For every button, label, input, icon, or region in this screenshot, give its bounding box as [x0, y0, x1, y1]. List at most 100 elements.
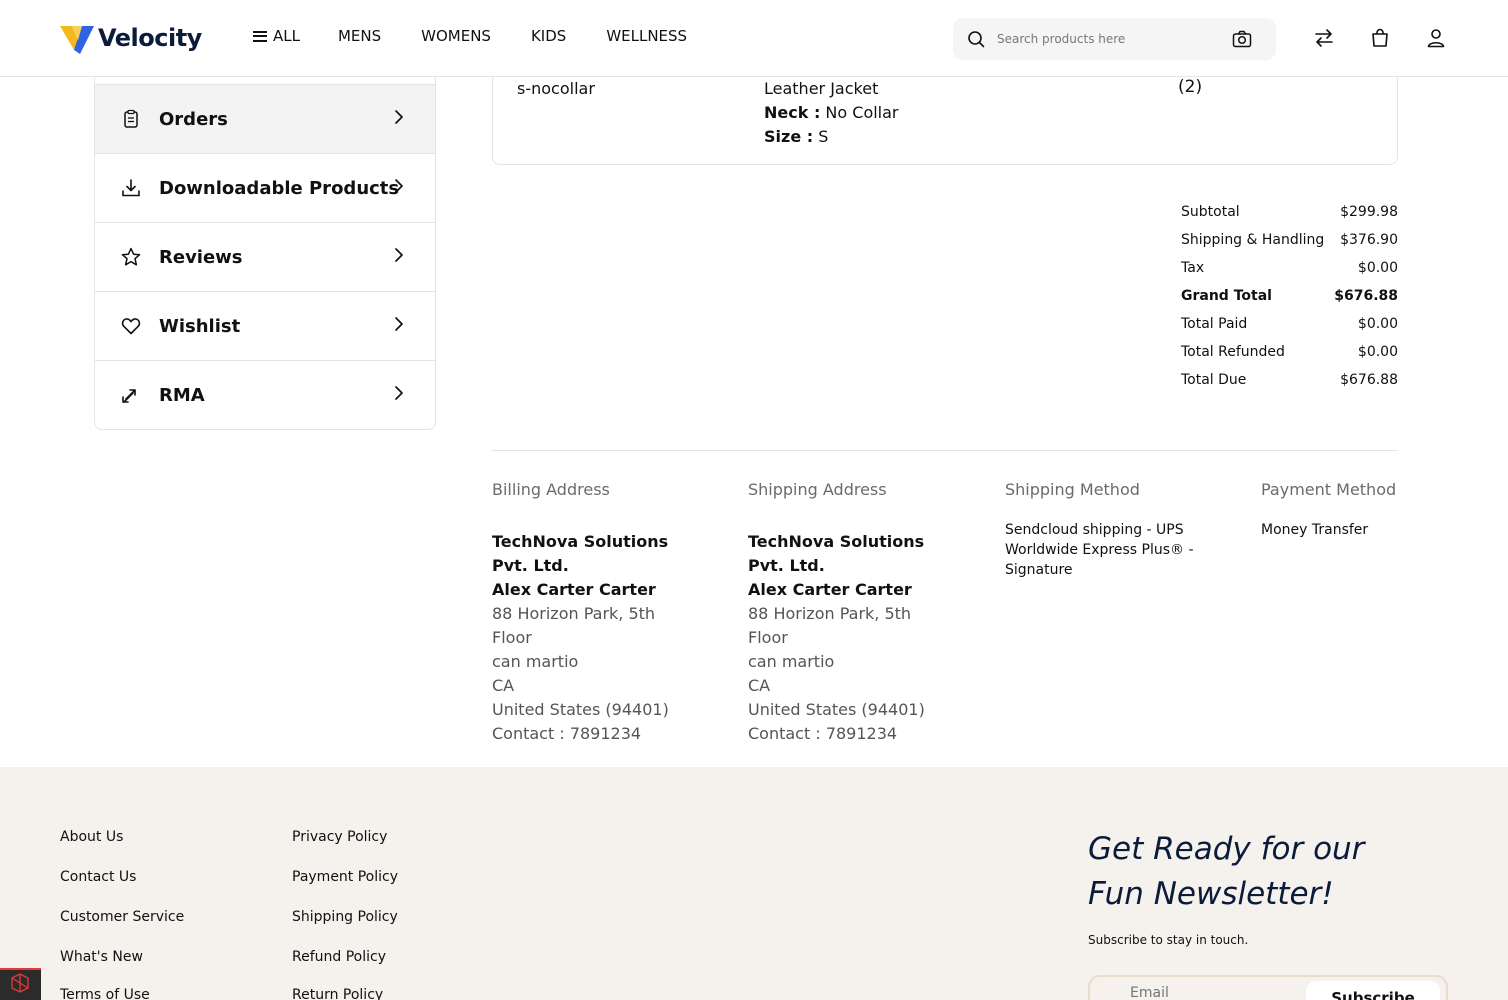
- billing-country: United States (94401): [492, 700, 669, 719]
- footer-link-terms-of-use[interactable]: Terms of Use: [60, 987, 150, 1000]
- shipping-state: CA: [748, 676, 771, 695]
- billing-heading: Billing Address: [492, 480, 610, 499]
- summary-total-paid: Total Paid $0.00: [1181, 310, 1398, 338]
- shipping-street: 88 Horizon Park, 5th Floor: [748, 604, 912, 647]
- summary-label: Total Refunded: [1181, 344, 1285, 360]
- shipping-method-value: Sendcloud shipping - UPS Worldwide Expre…: [1005, 522, 1194, 578]
- search-input[interactable]: [997, 28, 1217, 50]
- nav-mens[interactable]: MENS: [338, 27, 381, 45]
- chevron-right-icon: [395, 248, 403, 262]
- sidebar-item-label: Reviews: [159, 246, 243, 268]
- nav-wellness[interactable]: WELLNESS: [606, 27, 687, 45]
- summary-subtotal: Subtotal $299.98: [1181, 198, 1398, 226]
- order-summary: Subtotal $299.98 Shipping & Handling $376.…: [1181, 198, 1398, 394]
- summary-label: Shipping & Handling: [1181, 232, 1325, 248]
- footer-link-contact-us[interactable]: Contact Us: [60, 869, 136, 885]
- sidebar-item-label: Downloadable Products: [159, 177, 400, 199]
- nav-kids[interactable]: KIDS: [531, 27, 566, 45]
- footer-link-payment-policy[interactable]: Payment Policy: [292, 869, 398, 885]
- site-header: Velocity ALL MENS WOMENS KIDS WELLNESS: [0, 0, 1508, 77]
- summary-label: Tax: [1181, 260, 1205, 276]
- chevron-right-icon: [395, 110, 403, 124]
- search-icon[interactable]: [967, 30, 985, 48]
- summary-total-refunded: Total Refunded $0.00: [1181, 338, 1398, 366]
- shipping-address-block: TechNova Solutions Pvt. Ltd. Alex Carter…: [748, 530, 953, 746]
- summary-value: $0.00: [1357, 344, 1398, 360]
- compare-icon[interactable]: [1313, 28, 1335, 48]
- sidebar-item-reviews[interactable]: Reviews: [95, 222, 435, 291]
- footer-link-privacy-policy[interactable]: Privacy Policy: [292, 829, 387, 845]
- summary-value: $676.88: [1340, 372, 1398, 388]
- subscribe-button[interactable]: Subscribe: [1306, 981, 1440, 1000]
- nav-womens[interactable]: WOMENS: [421, 27, 491, 45]
- billing-city: can martio: [492, 652, 579, 671]
- main-nav: ALL MENS WOMENS KIDS WELLNESS: [253, 27, 727, 45]
- item-attribute-neck: Neck : No Collar: [764, 103, 899, 122]
- user-icon[interactable]: [1426, 28, 1446, 48]
- chevron-right-icon: [395, 317, 403, 331]
- account-sidebar: Orders Downloadable Products Reviews Wis…: [94, 77, 436, 430]
- billing-company: TechNova Solutions Pvt. Ltd.: [492, 532, 669, 575]
- summary-label: Total Due: [1181, 372, 1247, 388]
- brand-logo[interactable]: Velocity: [60, 22, 202, 54]
- section-divider: [492, 450, 1398, 451]
- summary-grand-total: Grand Total $676.88: [1181, 282, 1398, 310]
- shipping-country: United States (94401): [748, 700, 925, 719]
- star-icon: [121, 247, 141, 266]
- shipping-method: Shipping Method Sendcloud shipping - UPS…: [1005, 480, 1205, 580]
- billing-street: 88 Horizon Park, 5th Floor: [492, 604, 656, 647]
- summary-label: Total Paid: [1181, 316, 1248, 332]
- billing-address: Billing Address TechNova Solutions Pvt. …: [492, 480, 697, 746]
- summary-value: $299.98: [1340, 204, 1398, 220]
- debug-toolbar-badge[interactable]: [0, 968, 41, 1000]
- shipping-address: Shipping Address TechNova Solutions Pvt.…: [748, 480, 953, 746]
- attribute-key: Size :: [764, 127, 814, 146]
- sidebar-item-downloadable-products[interactable]: Downloadable Products: [95, 153, 435, 222]
- nav-all[interactable]: ALL: [253, 27, 300, 45]
- sidebar-item-wishlist[interactable]: Wishlist: [95, 291, 435, 360]
- sidebar-item-label: Orders: [159, 108, 228, 130]
- billing-name: Alex Carter Carter: [492, 580, 656, 599]
- sidebar-item-orders[interactable]: Orders: [95, 84, 435, 153]
- item-sku: s-nocollar: [517, 79, 595, 98]
- summary-value: $0.00: [1357, 316, 1398, 332]
- velocity-logo-icon: [60, 26, 94, 54]
- site-footer: About Us Contact Us Customer Service Wha…: [0, 767, 1508, 1000]
- item-attribute-size: Size : S: [764, 127, 828, 146]
- attribute-value: S: [813, 127, 829, 146]
- search-bar: [953, 18, 1276, 60]
- brand-name: Velocity: [98, 24, 202, 52]
- payment-method-heading: Payment Method: [1261, 480, 1397, 499]
- download-icon: [122, 179, 140, 197]
- footer-link-whats-new[interactable]: What's New: [60, 949, 143, 965]
- shipping-method-heading: Shipping Method: [1005, 480, 1140, 499]
- camera-icon[interactable]: [1232, 30, 1252, 48]
- payment-method-value: Money Transfer: [1261, 522, 1369, 538]
- sidebar-item-rma[interactable]: RMA: [95, 360, 435, 429]
- footer-link-about-us[interactable]: About Us: [60, 829, 123, 845]
- summary-tax: Tax $0.00: [1181, 254, 1398, 282]
- nav-all-label: ALL: [273, 27, 300, 45]
- cart-icon[interactable]: [1370, 28, 1390, 48]
- sidebar-item-label: Wishlist: [159, 315, 241, 337]
- item-name: Leather Jacket: [764, 79, 879, 98]
- footer-link-return-policy[interactable]: Return Policy: [292, 987, 383, 1000]
- newsletter-title: Get Ready for our Fun Newsletter!: [1088, 831, 1365, 912]
- footer-link-refund-policy[interactable]: Refund Policy: [292, 949, 386, 965]
- summary-value: $676.88: [1334, 288, 1398, 304]
- swap-icon: [122, 389, 136, 403]
- shipping-name: Alex Carter Carter: [748, 580, 912, 599]
- attribute-key: Neck :: [764, 103, 821, 122]
- billing-state: CA: [492, 676, 515, 695]
- shipping-contact: Contact : 7891234: [748, 724, 898, 743]
- shipping-company: TechNova Solutions Pvt. Ltd.: [748, 532, 925, 575]
- billing-address-block: TechNova Solutions Pvt. Ltd. Alex Carter…: [492, 530, 697, 746]
- heart-icon: [121, 318, 141, 335]
- summary-label: Subtotal: [1181, 204, 1240, 220]
- chevron-right-icon: [395, 386, 403, 400]
- summary-value: $376.90: [1340, 232, 1398, 248]
- newsletter-email-input[interactable]: [1130, 985, 1290, 1000]
- footer-link-customer-service[interactable]: Customer Service: [60, 909, 184, 925]
- footer-link-shipping-policy[interactable]: Shipping Policy: [292, 909, 398, 925]
- summary-value: $0.00: [1357, 260, 1398, 276]
